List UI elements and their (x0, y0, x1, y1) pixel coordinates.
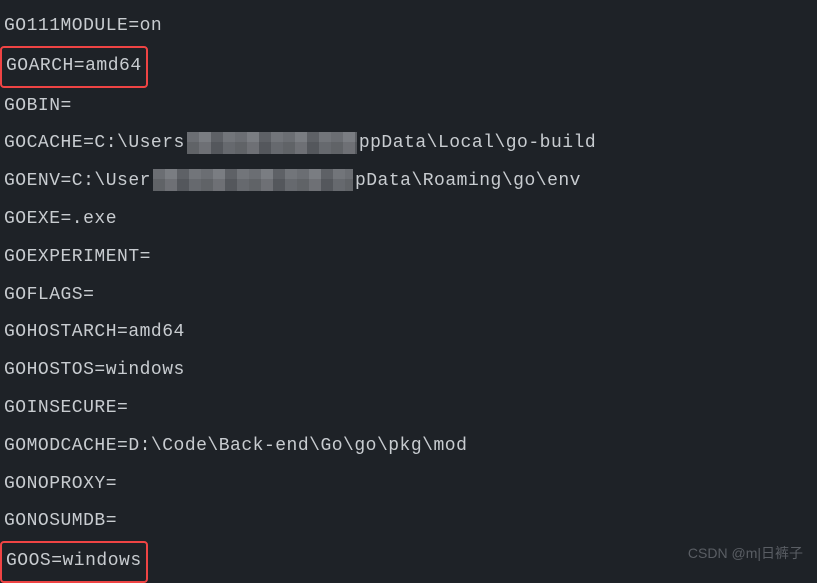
env-line-gomodcache: GOMODCACHE=D:\Code\Back-end\Go\go\pkg\mo… (4, 428, 813, 466)
env-line-gonosumdb: GONOSUMDB= (4, 503, 813, 541)
env-text-prefix: GOCACHE=C:\Users (4, 133, 185, 153)
highlight-box-goos: GOOS=windows (0, 541, 148, 583)
env-text: GONOPROXY= (4, 474, 117, 494)
env-text-prefix: GOENV=C:\User (4, 171, 151, 191)
env-text: GOHOSTOS=windows (4, 360, 185, 380)
env-line-goarch: GOARCH=amd64 (4, 46, 813, 88)
env-line-gobin: GOBIN= (4, 88, 813, 126)
env-line-go111module: GO111MODULE=on (4, 8, 813, 46)
env-text: GOEXPERIMENT= (4, 247, 151, 267)
censored-text (187, 132, 357, 154)
env-text: GO111MODULE=on (4, 16, 162, 36)
env-text-suffix: pData\Roaming\go\env (355, 171, 581, 191)
env-text: GOOS=windows (6, 551, 142, 571)
watermark-text: CSDN @m|日裤子 (688, 539, 803, 568)
env-line-goexe: GOEXE=.exe (4, 201, 813, 239)
env-text: GOARCH=amd64 (6, 56, 142, 76)
env-line-gonoproxy: GONOPROXY= (4, 466, 813, 504)
censored-text (153, 169, 353, 191)
env-line-goflags: GOFLAGS= (4, 277, 813, 315)
env-text: GOBIN= (4, 96, 72, 116)
env-line-gocache: GOCACHE=C:\Users ppData\Local\go-build (4, 125, 813, 163)
env-line-gohostos: GOHOSTOS=windows (4, 352, 813, 390)
env-line-gohostarch: GOHOSTARCH=amd64 (4, 314, 813, 352)
highlight-box-goarch: GOARCH=amd64 (0, 46, 148, 88)
env-text-suffix: ppData\Local\go-build (359, 133, 596, 153)
env-text: GOFLAGS= (4, 285, 94, 305)
env-text: GOEXE=.exe (4, 209, 117, 229)
env-text: GOINSECURE= (4, 398, 128, 418)
env-text: GOHOSTARCH=amd64 (4, 322, 185, 342)
env-text: GOMODCACHE=D:\Code\Back-end\Go\go\pkg\mo… (4, 436, 467, 456)
env-line-goexperiment: GOEXPERIMENT= (4, 239, 813, 277)
env-line-goinsecure: GOINSECURE= (4, 390, 813, 428)
env-text: GONOSUMDB= (4, 511, 117, 531)
env-line-goenv: GOENV=C:\User pData\Roaming\go\env (4, 163, 813, 201)
